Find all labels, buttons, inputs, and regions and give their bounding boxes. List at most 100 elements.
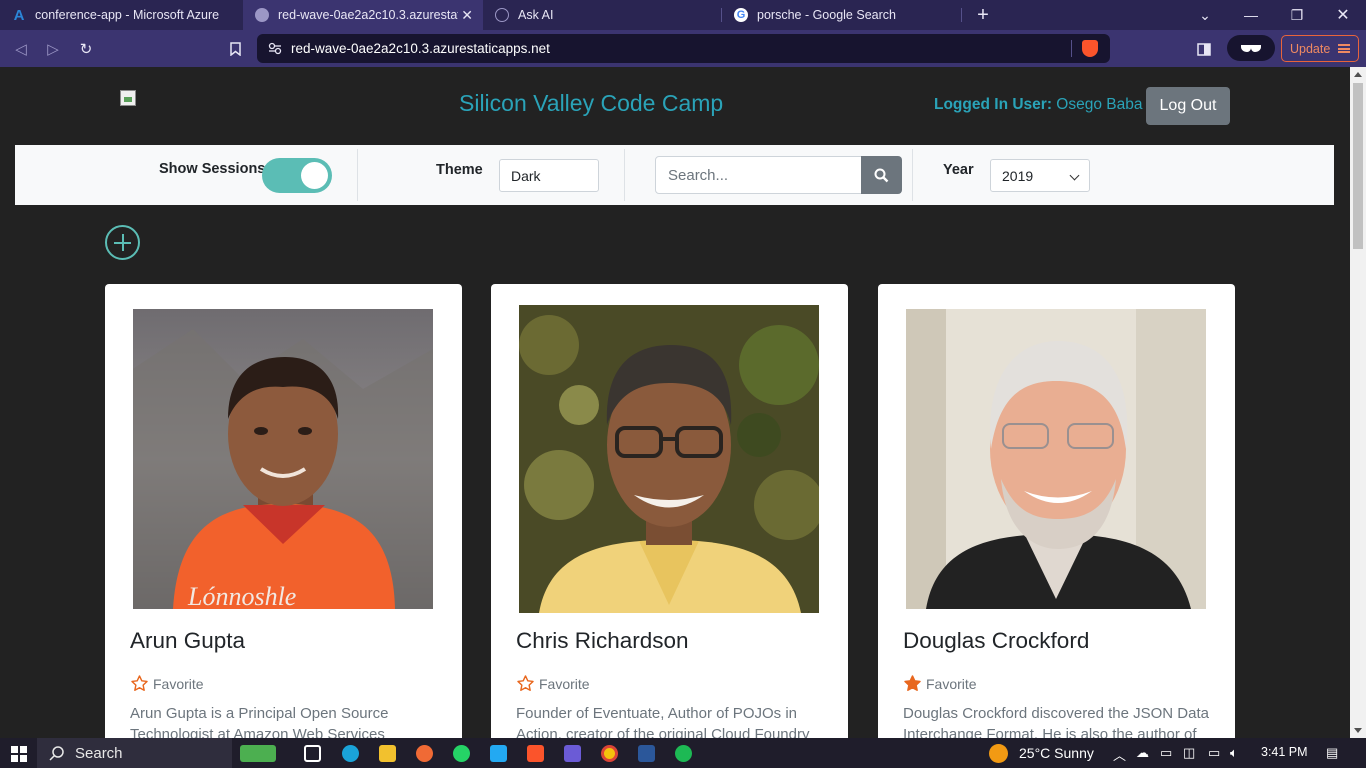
network-icon[interactable]: ◫ [1183,745,1195,761]
user-name: Osego Baba [1056,96,1143,113]
vscode-icon[interactable] [490,745,507,762]
battery-icon[interactable]: ▭ [1208,745,1220,761]
tab-title: red-wave-0ae2a2c10.3.azurestatic [278,8,458,22]
toolbar-divider [912,149,913,201]
google-icon: G [734,8,748,22]
forward-icon[interactable]: ▷ [42,38,64,60]
tab-conference-app[interactable]: red-wave-0ae2a2c10.3.azurestatic ✕ [243,0,483,30]
toolbar-divider [624,149,625,201]
camera-icon[interactable]: ▭ [1160,745,1172,761]
year-value: 2019 [1002,168,1034,184]
tab-list-chevron-icon[interactable]: ⌄ [1182,0,1228,30]
notifications-icon[interactable]: ▤ [1326,745,1338,761]
tab-azure[interactable]: A conference-app - Microsoft Azure [0,0,242,30]
site-title: Silicon Valley Code Camp [459,90,724,116]
svg-text:Lónnoshle: Lónnoshle [187,582,296,609]
bookmark-icon[interactable] [224,38,246,60]
weather-text[interactable]: 25°C Sunny [1019,745,1094,761]
word-icon[interactable] [638,745,655,762]
favorite-toggle[interactable]: Favorite [903,674,977,693]
globe-icon [255,8,269,22]
clock[interactable]: 3:41 PM [1261,745,1308,759]
weather-sun-icon [989,744,1008,763]
close-window-icon[interactable]: ✕ [1320,0,1366,30]
logout-button[interactable]: Log Out [1146,87,1230,125]
restore-icon[interactable]: ❐ [1274,0,1320,30]
speaker-photo: Lónnoshle [133,309,433,609]
volume-icon[interactable]: 🔈︎ [1230,745,1238,761]
speaker-photo [519,305,819,613]
taskbar-search-label: Search [75,744,123,762]
scroll-thumb[interactable] [1353,83,1363,249]
whatsapp-icon[interactable] [453,745,470,762]
new-tab-icon[interactable]: + [960,0,1006,30]
star-outline-icon [131,675,148,692]
year-label: Year [943,162,974,178]
search-button[interactable] [861,156,902,194]
favorite-toggle[interactable]: Favorite [130,674,204,693]
chevron-down-icon [1069,170,1080,181]
logged-in-status: Logged In User: Osego Baba [934,96,1142,114]
favorite-label: Favorite [926,675,977,692]
speaker-bio: Douglas Crockford discovered the JSON Da… [903,705,1209,738]
urlbar-divider [1071,40,1072,57]
vpn-glasses-icon[interactable] [1227,35,1275,61]
add-speaker-button[interactable] [105,225,140,260]
brave-icon[interactable] [527,745,544,762]
menu-icon [1338,44,1350,53]
show-sessions-toggle[interactable] [262,158,332,193]
theme-select[interactable]: Dark [499,159,599,192]
brave-shields-icon[interactable] [1082,40,1098,57]
search-input[interactable]: Search... [655,156,862,194]
search-icon [49,746,64,761]
update-button[interactable]: Update [1281,35,1359,62]
browser-tabbar: A conference-app - Microsoft Azure red-w… [0,0,1366,30]
favorite-toggle[interactable]: Favorite [516,674,590,693]
page: Silicon Valley Code Camp Logged In User:… [0,67,1350,738]
speaker-card: Chris Richardson Favorite Founder of Eve… [491,284,848,738]
tab-title: Ask AI [518,8,554,22]
favorite-label: Favorite [153,675,204,692]
logged-in-label: Logged In User: [934,96,1052,113]
cloud-icon[interactable]: ☁ [1136,745,1149,761]
taskbar-search[interactable]: Search [37,738,232,768]
back-icon[interactable]: ◁ [10,38,32,60]
browser-navbar: ◁ ▷ ↻ red-wave-0ae2a2c10.3.azurestaticap… [0,30,1366,67]
chrome-icon[interactable] [601,745,618,762]
scroll-up-icon[interactable] [1354,72,1362,77]
media-app-icon[interactable] [564,745,581,762]
task-view-icon[interactable] [304,745,321,762]
tab-google-search[interactable]: G porsche - Google Search [722,0,962,30]
sidebar-icon[interactable] [1193,38,1215,60]
reload-icon[interactable]: ↻ [75,38,97,60]
edge-icon[interactable] [342,745,359,762]
search-icon [874,168,889,182]
url-text: red-wave-0ae2a2c10.3.azurestaticapps.net [291,41,550,56]
tray-overflow-icon[interactable]: ︿ [1113,745,1126,764]
app-icon[interactable] [416,745,433,762]
favorite-label: Favorite [539,675,590,692]
scroll-down-icon[interactable] [1354,728,1362,733]
show-sessions-label: Show Sessions [159,161,266,177]
speaker-bio: Arun Gupta is a Principal Open Source Te… [130,705,389,738]
speaker-name: Douglas Crockford [903,628,1090,653]
speaker-name: Arun Gupta [130,628,246,653]
windows-start-icon[interactable] [11,746,27,762]
address-bar[interactable]: red-wave-0ae2a2c10.3.azurestaticapps.net [257,34,1110,63]
tab-title: porsche - Google Search [757,8,896,22]
minimize-icon[interactable]: — [1228,0,1274,30]
theme-label: Theme [436,162,483,178]
gift-widget-icon[interactable] [240,745,276,762]
spotify-icon[interactable] [675,745,692,762]
azure-icon: A [13,6,25,24]
file-explorer-icon[interactable] [379,745,396,762]
speaker-bio: Founder of Eventuate, Author of POJOs in… [516,705,810,738]
logo-image [120,90,136,106]
year-select[interactable]: 2019 [990,159,1090,192]
windows-taskbar: Search 25°C Sunny ︿ ☁ ▭ ◫ ▭ 🔈︎ 3:41 PM ▤ [0,738,1366,768]
site-settings-icon[interactable] [268,42,282,55]
close-tab-icon[interactable]: ✕ [461,7,473,24]
speaker-card: Lónnoshle Arun Gupta Favorite Arun Gupta… [105,284,462,738]
page-scrollbar[interactable] [1350,67,1366,738]
tab-ask-ai[interactable]: Ask AI [483,0,721,30]
